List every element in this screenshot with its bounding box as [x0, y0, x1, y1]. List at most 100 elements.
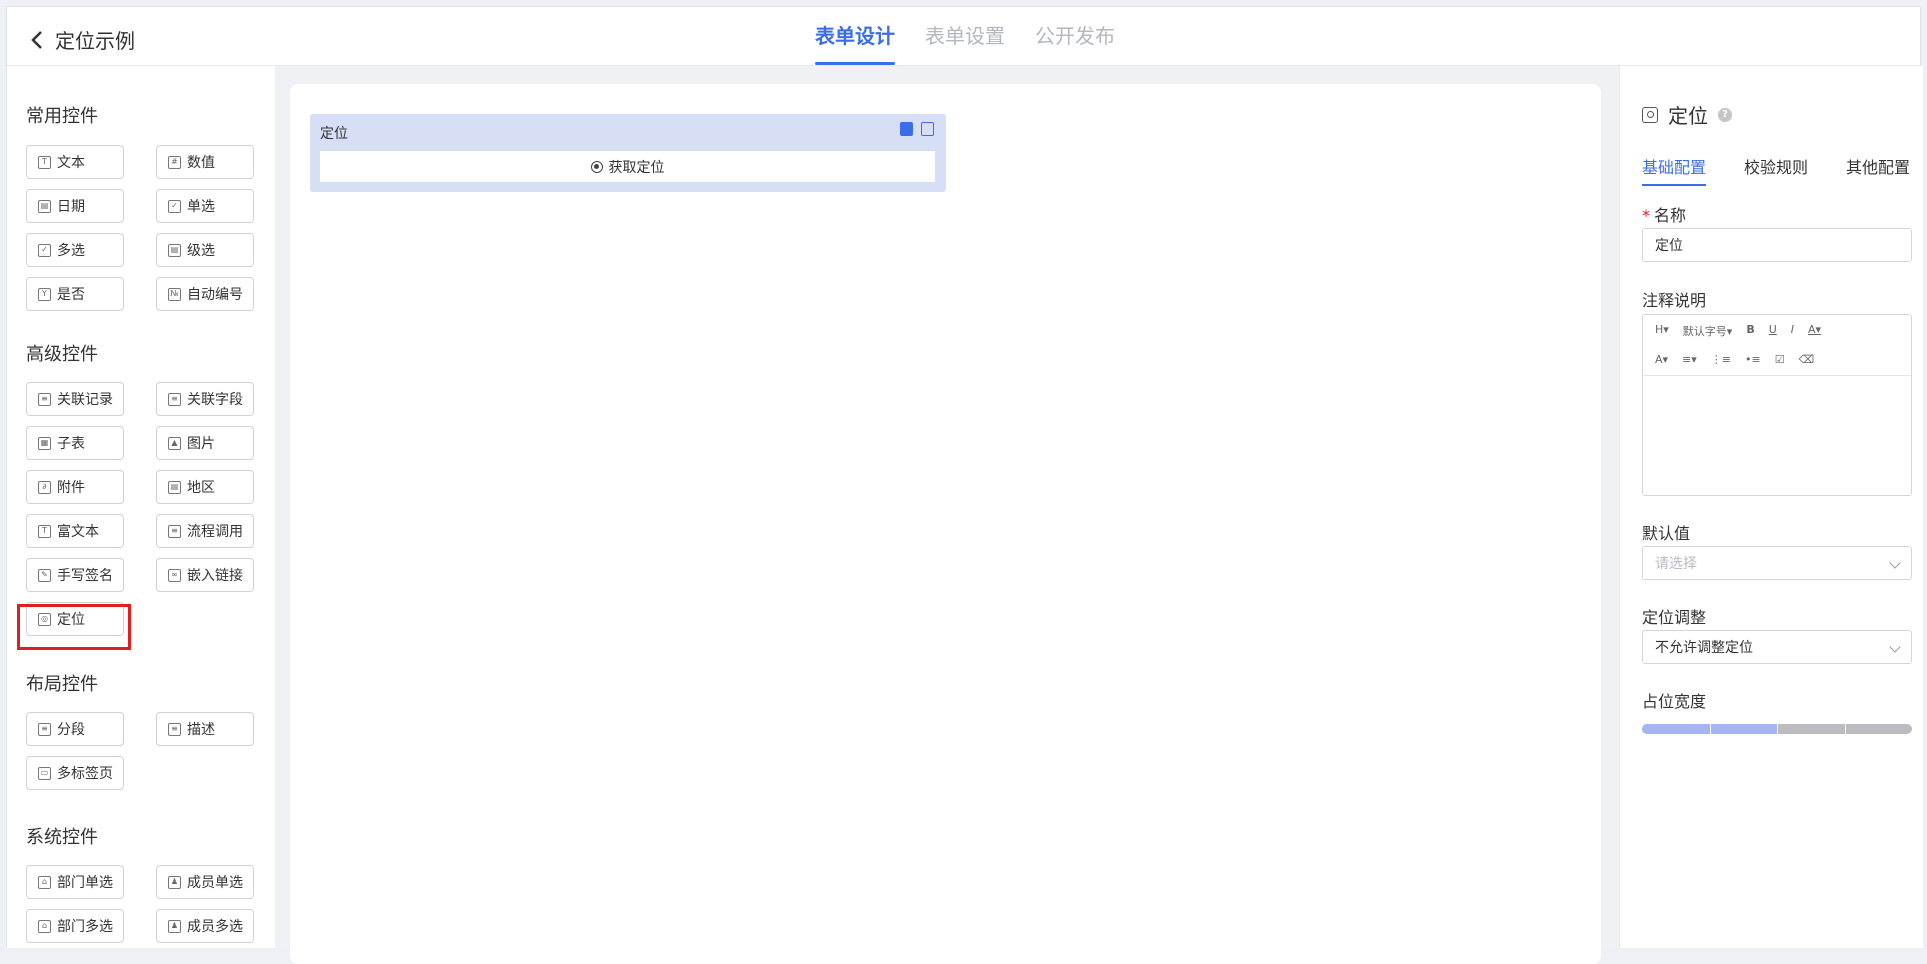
design-canvas-area: 定位 获取定位 [275, 66, 1619, 964]
get-location-label: 获取定位 [608, 159, 665, 176]
editor-content-area[interactable] [1643, 375, 1911, 495]
control-label: 关联字段 [187, 392, 243, 408]
control-auto-number[interactable]: № 自动编号 [156, 277, 254, 311]
related-field-icon: ≡ [168, 392, 181, 406]
number-icon: # [168, 155, 181, 169]
control-label: 日期 [57, 199, 85, 215]
section-title-layout: 布局控件 [26, 674, 98, 695]
font-size-button[interactable]: 默认字号▾ [1683, 323, 1733, 339]
properties-title: 定位 ? [1642, 100, 1732, 129]
control-signature[interactable]: ✎ 手写签名 [26, 558, 124, 592]
location-field[interactable]: 定位 获取定位 [310, 114, 946, 192]
control-yes-no[interactable]: Y 是否 [26, 277, 124, 311]
location-adjust-select[interactable]: 不允许调整定位 [1642, 630, 1912, 664]
back-button[interactable]: 定位示例 [29, 25, 135, 54]
control-label: 子表 [57, 436, 85, 452]
control-image[interactable]: ▲ 图片 [156, 426, 254, 460]
font-color-button[interactable]: A▾ [1808, 323, 1821, 339]
cascade-icon: ▤ [168, 243, 181, 257]
tab-other-config[interactable]: 其他配置 [1846, 154, 1910, 186]
form-canvas[interactable]: 定位 获取定位 [290, 84, 1601, 964]
delete-icon[interactable] [921, 122, 934, 136]
control-label: 级选 [187, 243, 215, 259]
tabs-icon: ▭ [38, 766, 51, 780]
yes-no-icon: Y [38, 287, 51, 301]
ordered-list-button[interactable]: ⋮≡ [1711, 353, 1731, 366]
control-related-record[interactable]: ≡ 关联记录 [26, 382, 124, 416]
tab-basic-config[interactable]: 基础配置 [1642, 154, 1707, 186]
control-dept-multi[interactable]: ⌂ 部门多选 [26, 909, 124, 943]
control-description[interactable]: ≡ 描述 [156, 712, 254, 746]
control-dept-single[interactable]: ⌂ 部门单选 [26, 865, 124, 899]
control-number[interactable]: # 数值 [156, 145, 254, 179]
control-rich-text[interactable]: T 富文本 [26, 514, 124, 548]
control-label: 多标签页 [57, 766, 113, 782]
control-palette: 常用控件 T 文本 # 数值 ▤ 日期 ✓ 单选 ✓ 多选 ▤ 级选 Y 是否 № 自动编号 高… [7, 66, 276, 948]
tab-form-design[interactable]: 表单设计 [815, 7, 895, 65]
field-actions [900, 122, 934, 136]
department-icon: ⌂ [38, 919, 51, 933]
underline-button[interactable]: U [1769, 323, 1777, 339]
control-multi-select[interactable]: ✓ 多选 [26, 233, 124, 267]
slider-tick [1844, 724, 1846, 734]
todo-button[interactable]: ☑ [1775, 353, 1785, 366]
segment-icon: ≡ [38, 722, 51, 736]
control-attachment[interactable]: ∂ 附件 [26, 470, 124, 504]
control-member-multi[interactable]: ♟ 成员多选 [156, 909, 254, 943]
editor-toolbar-row2: A▾ ≡▾ ⋮≡ •≡ ☑ ⌫ [1655, 353, 1814, 366]
bold-button[interactable]: B [1746, 323, 1754, 339]
control-date[interactable]: ▤ 日期 [26, 189, 124, 223]
control-related-field[interactable]: ≡ 关联字段 [156, 382, 254, 416]
section-title-advanced: 高级控件 [26, 344, 98, 365]
slider-tick [1709, 724, 1711, 734]
name-label-text: 名称 [1654, 206, 1687, 225]
bg-color-button[interactable]: A▾ [1655, 353, 1668, 366]
control-label: 部门单选 [57, 875, 113, 891]
chevron-down-icon [1889, 641, 1901, 653]
control-embed-link[interactable]: ∞ 嵌入链接 [156, 558, 254, 592]
default-value-select[interactable]: 请选择 [1642, 546, 1912, 580]
tab-form-settings[interactable]: 表单设置 [925, 7, 1005, 65]
subtable-icon: ▦ [38, 436, 51, 450]
control-label: 部门多选 [57, 919, 113, 935]
tab-public-publish[interactable]: 公开发布 [1035, 7, 1115, 65]
width-slider[interactable] [1642, 724, 1912, 734]
control-multi-tab[interactable]: ▭ 多标签页 [26, 756, 124, 790]
italic-button[interactable]: I [1791, 323, 1794, 339]
checkbox-icon: ✓ [168, 199, 181, 213]
name-input[interactable]: 定位 [1642, 228, 1912, 262]
help-icon[interactable]: ? [1718, 107, 1732, 122]
section-title-common: 常用控件 [26, 106, 98, 127]
control-segment[interactable]: ≡ 分段 [26, 712, 124, 746]
control-cascade[interactable]: ▤ 级选 [156, 233, 254, 267]
control-label: 流程调用 [187, 524, 243, 540]
control-single-select[interactable]: ✓ 单选 [156, 189, 254, 223]
calendar-icon: ▤ [38, 199, 51, 213]
control-process-call[interactable]: ≡ 流程调用 [156, 514, 254, 548]
paperclip-icon: ∂ [38, 480, 51, 494]
get-location-button[interactable]: 获取定位 [320, 151, 935, 182]
control-label: 附件 [57, 480, 85, 496]
region-icon: ▤ [168, 480, 181, 494]
note-rich-editor[interactable]: H▾ 默认字号▾ B U I A▾ A▾ ≡▾ ⋮≡ •≡ ☑ ⌫ [1642, 314, 1912, 496]
heading-button[interactable]: H▾ [1655, 323, 1669, 339]
control-member-single[interactable]: ♟ 成员单选 [156, 865, 254, 899]
control-label: 图片 [187, 436, 215, 452]
app-window: 定位示例 表单设计 表单设置 公开发布 常用控件 T 文本 # 数值 ▤ 日期 ✓ 单选… [6, 6, 1923, 964]
bullet-list-button[interactable]: •≡ [1745, 353, 1761, 366]
control-label: 文本 [57, 155, 85, 171]
tab-validation[interactable]: 校验规则 [1744, 154, 1808, 186]
copy-icon[interactable] [900, 122, 913, 136]
clear-format-button[interactable]: ⌫ [1799, 353, 1815, 366]
description-icon: ≡ [168, 722, 181, 736]
align-button[interactable]: ≡▾ [1682, 353, 1697, 366]
auto-number-icon: № [168, 287, 181, 301]
control-text[interactable]: T 文本 [26, 145, 124, 179]
text-icon: T [38, 155, 51, 169]
chevron-down-icon [1889, 557, 1901, 569]
control-region[interactable]: ▤ 地区 [156, 470, 254, 504]
control-subtable[interactable]: ▦ 子表 [26, 426, 124, 460]
control-label: 地区 [187, 480, 215, 496]
width-label: 占位宽度 [1642, 692, 1707, 711]
control-label: 自动编号 [187, 287, 243, 303]
